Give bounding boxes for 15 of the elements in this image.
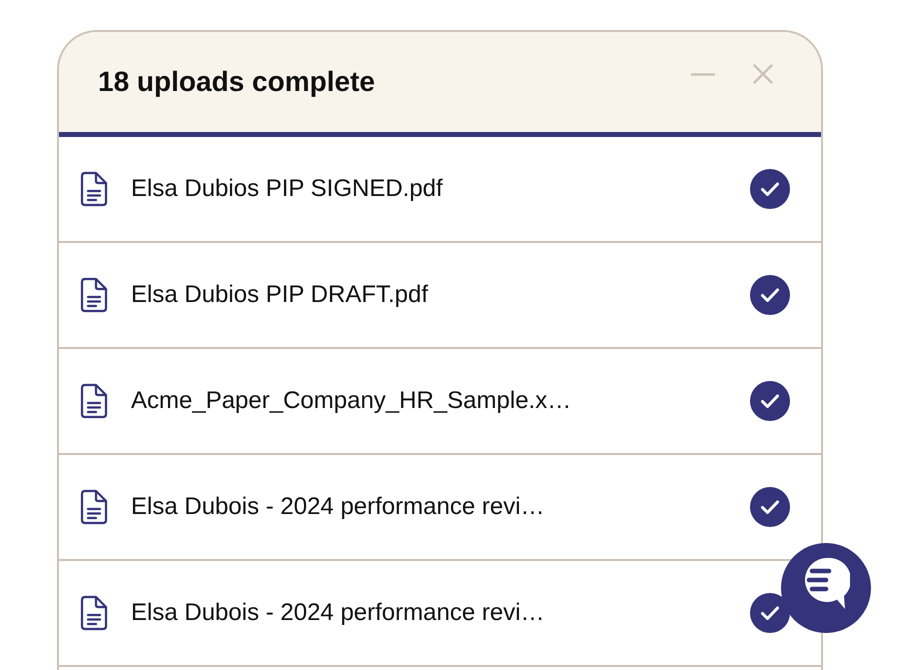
- close-icon: [753, 64, 773, 84]
- document-icon: [80, 171, 108, 207]
- chat-bubble-icon: [804, 557, 850, 611]
- file-name: Acme_Paper_Company_HR_Sample.x…: [131, 387, 572, 415]
- file-name: Elsa Dubios PIP DRAFT.pdf: [131, 281, 430, 309]
- file-name: Elsa Dubios PIP SIGNED.pdf: [131, 175, 444, 203]
- document-icon: [80, 277, 108, 313]
- file-name: Elsa Dubois - 2024 performance revi…: [131, 599, 546, 627]
- panel-title: 18 uploads complete: [98, 66, 376, 98]
- document-icon: [80, 383, 108, 419]
- document-icon: [80, 595, 108, 631]
- document-icon: [80, 489, 108, 525]
- minimize-icon: [691, 72, 715, 76]
- close-button[interactable]: [751, 62, 775, 86]
- file-name: Elsa Dubois - 2024 performance revi…: [131, 493, 546, 521]
